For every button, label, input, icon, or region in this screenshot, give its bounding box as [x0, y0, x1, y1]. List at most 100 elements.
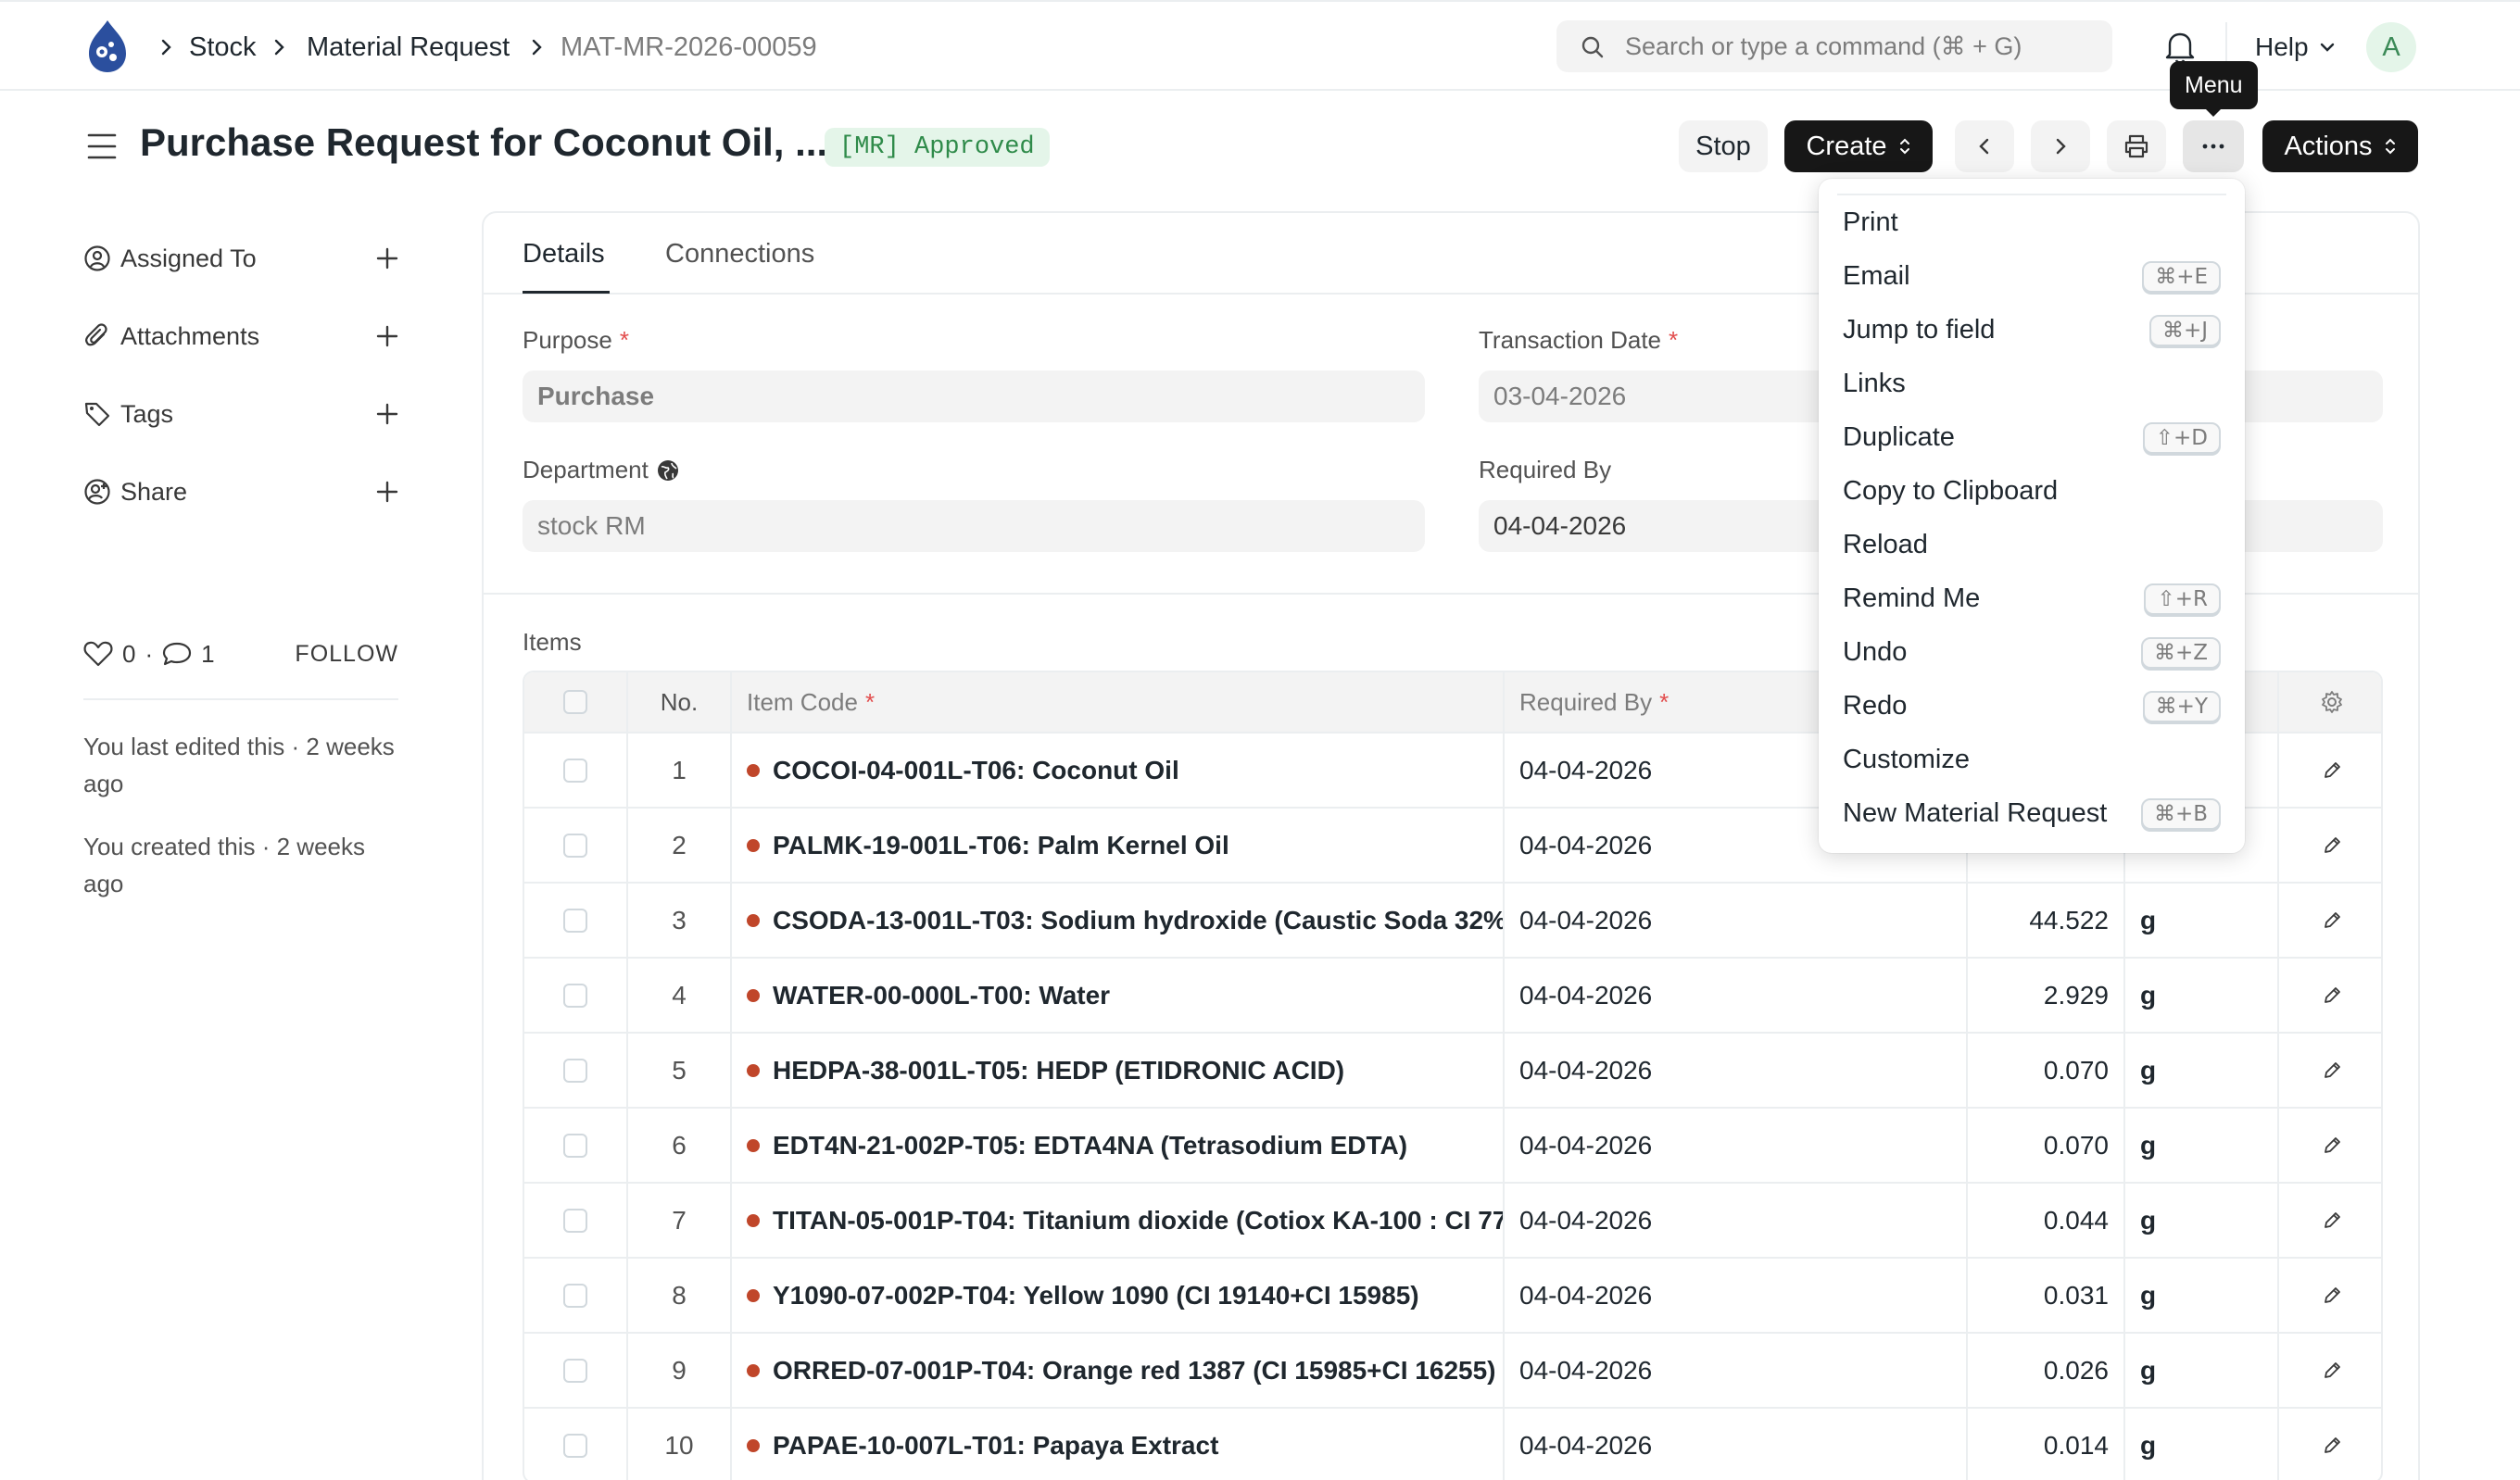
- select-all-checkbox[interactable]: [563, 690, 587, 714]
- required-by-cell[interactable]: 04-04-2026: [1505, 959, 1968, 1032]
- edit-pencil-icon[interactable]: [2322, 1286, 2342, 1306]
- app-logo-icon[interactable]: [82, 19, 133, 74]
- comment-icon[interactable]: [162, 641, 192, 667]
- table-row[interactable]: 3 CSODA-13-001L-T03: Sodium hydroxide (Ca…: [524, 882, 2381, 957]
- table-row[interactable]: 10 PAPAE-10-007L-T01: Papaya Extract 04-04…: [524, 1407, 2381, 1480]
- uom-cell[interactable]: g: [2125, 1109, 2279, 1182]
- row-checkbox[interactable]: [563, 1283, 587, 1308]
- more-menu-button[interactable]: [2183, 120, 2244, 172]
- edit-pencil-icon[interactable]: [2322, 1361, 2342, 1381]
- uom-cell[interactable]: g: [2125, 1259, 2279, 1332]
- menu-item-jump-to-field[interactable]: Jump to field ⌘+J: [1819, 303, 2245, 357]
- row-checkbox[interactable]: [563, 983, 587, 1008]
- qty-cell[interactable]: 44.522: [1968, 884, 2125, 957]
- menu-item-remind-me[interactable]: Remind Me ⇧+R: [1819, 571, 2245, 625]
- item-code-cell[interactable]: COCOI-04-001L-T06: Coconut Oil: [732, 734, 1505, 807]
- breadcrumb-stock[interactable]: Stock: [189, 2, 257, 93]
- uom-cell[interactable]: g: [2125, 1334, 2279, 1407]
- row-checkbox[interactable]: [563, 758, 587, 783]
- stop-button[interactable]: Stop: [1679, 120, 1768, 172]
- help-dropdown[interactable]: Help: [2255, 2, 2337, 93]
- row-checkbox[interactable]: [563, 1358, 587, 1383]
- uom-cell[interactable]: g: [2125, 884, 2279, 957]
- menu-item-duplicate[interactable]: Duplicate ⇧+D: [1819, 410, 2245, 464]
- qty-cell[interactable]: 0.031: [1968, 1259, 2125, 1332]
- table-row[interactable]: 5 HEDPA-38-001L-T05: HEDP (ETIDRONIC ACID…: [524, 1032, 2381, 1107]
- tab-details[interactable]: Details: [523, 239, 605, 270]
- item-code-cell[interactable]: TITAN-05-001P-T04: Titanium dioxide (Cot…: [732, 1184, 1505, 1257]
- edit-pencil-icon[interactable]: [2322, 1436, 2342, 1456]
- purpose-field[interactable]: Purchase: [523, 370, 1425, 422]
- required-by-cell[interactable]: 04-04-2026: [1505, 1109, 1968, 1182]
- item-code-cell[interactable]: PAPAE-10-007L-T01: Papaya Extract: [732, 1409, 1505, 1480]
- search-input[interactable]: [1625, 20, 2088, 72]
- required-by-cell[interactable]: 04-04-2026: [1505, 884, 1968, 957]
- heart-icon[interactable]: [83, 641, 113, 667]
- breadcrumb-material-request[interactable]: Material Request: [307, 2, 510, 93]
- qty-cell[interactable]: 0.014: [1968, 1409, 2125, 1480]
- menu-item-undo[interactable]: Undo ⌘+Z: [1819, 625, 2245, 679]
- menu-item-email[interactable]: Email ⌘+E: [1819, 249, 2245, 303]
- table-row[interactable]: 6 EDT4N-21-002P-T05: EDTA4NA (Tetrasodium…: [524, 1107, 2381, 1182]
- sidebar-toggle-icon[interactable]: [87, 132, 117, 160]
- menu-item-new-material-request[interactable]: New Material Request ⌘+B: [1819, 786, 2245, 840]
- plus-icon[interactable]: [376, 481, 398, 503]
- plus-icon[interactable]: [376, 247, 398, 270]
- follow-button[interactable]: FOLLOW: [295, 641, 398, 668]
- department-field[interactable]: stock RM: [523, 500, 1425, 552]
- menu-item-links[interactable]: Links: [1819, 357, 2245, 410]
- item-code-cell[interactable]: HEDPA-38-001L-T05: HEDP (ETIDRONIC ACID): [732, 1034, 1505, 1107]
- table-row[interactable]: 4 WATER-00-000L-T00: Water 04-04-2026 2.929…: [524, 957, 2381, 1032]
- uom-cell[interactable]: g: [2125, 1184, 2279, 1257]
- sidebar-item-tags[interactable]: Tags: [83, 391, 398, 437]
- plus-icon[interactable]: [376, 325, 398, 347]
- tab-connections[interactable]: Connections: [665, 239, 814, 270]
- menu-item-copy-to-clipboard[interactable]: Copy to Clipboard: [1819, 464, 2245, 518]
- table-row[interactable]: 7 TITAN-05-001P-T04: Titanium dioxide (Co…: [524, 1182, 2381, 1257]
- table-row[interactable]: 8 Y1090-07-002P-T04: Yellow 1090 (CI 1914…: [524, 1257, 2381, 1332]
- row-checkbox[interactable]: [563, 833, 587, 858]
- qty-cell[interactable]: 0.044: [1968, 1184, 2125, 1257]
- item-code-cell[interactable]: Y1090-07-002P-T04: Yellow 1090 (CI 19140…: [732, 1259, 1505, 1332]
- gear-icon[interactable]: [2320, 690, 2344, 714]
- required-by-cell[interactable]: 04-04-2026: [1505, 1184, 1968, 1257]
- qty-cell[interactable]: 0.026: [1968, 1334, 2125, 1407]
- menu-item-print[interactable]: Print: [1819, 195, 2245, 249]
- required-by-cell[interactable]: 04-04-2026: [1505, 1034, 1968, 1107]
- user-avatar[interactable]: A: [2366, 22, 2416, 72]
- sidebar-item-attachments[interactable]: Attachments: [83, 313, 398, 359]
- item-code-cell[interactable]: CSODA-13-001L-T03: Sodium hydroxide (Cau…: [732, 884, 1505, 957]
- item-code-cell[interactable]: PALMK-19-001L-T06: Palm Kernel Oil: [732, 809, 1505, 882]
- item-code-cell[interactable]: WATER-00-000L-T00: Water: [732, 959, 1505, 1032]
- qty-cell[interactable]: 2.929: [1968, 959, 2125, 1032]
- create-button[interactable]: Create: [1784, 120, 1933, 172]
- edit-pencil-icon[interactable]: [2322, 760, 2342, 781]
- table-row[interactable]: 9 ORRED-07-001P-T04: Orange red 1387 (CI …: [524, 1332, 2381, 1407]
- print-button[interactable]: [2107, 120, 2166, 172]
- row-checkbox[interactable]: [563, 1433, 587, 1458]
- qty-cell[interactable]: 0.070: [1968, 1109, 2125, 1182]
- required-by-cell[interactable]: 04-04-2026: [1505, 1409, 1968, 1480]
- required-by-cell[interactable]: 04-04-2026: [1505, 1259, 1968, 1332]
- uom-cell[interactable]: g: [2125, 959, 2279, 1032]
- actions-button[interactable]: Actions: [2262, 120, 2418, 172]
- edit-pencil-icon[interactable]: [2322, 835, 2342, 856]
- row-checkbox[interactable]: [563, 1133, 587, 1158]
- edit-pencil-icon[interactable]: [2322, 1060, 2342, 1081]
- sidebar-item-share[interactable]: Share: [83, 469, 398, 515]
- notification-bell-icon[interactable]: [2164, 30, 2196, 65]
- edit-pencil-icon[interactable]: [2322, 1135, 2342, 1156]
- row-checkbox[interactable]: [563, 908, 587, 933]
- sidebar-item-assigned-to[interactable]: Assigned To: [83, 235, 398, 282]
- edit-pencil-icon[interactable]: [2322, 910, 2342, 931]
- item-code-cell[interactable]: ORRED-07-001P-T04: Orange red 1387 (CI 1…: [732, 1334, 1505, 1407]
- menu-item-redo[interactable]: Redo ⌘+Y: [1819, 679, 2245, 733]
- menu-item-customize[interactable]: Customize: [1819, 733, 2245, 786]
- uom-cell[interactable]: g: [2125, 1034, 2279, 1107]
- edit-pencil-icon[interactable]: [2322, 985, 2342, 1006]
- plus-icon[interactable]: [376, 403, 398, 425]
- search-bar[interactable]: [1556, 20, 2112, 72]
- item-code-cell[interactable]: EDT4N-21-002P-T05: EDTA4NA (Tetrasodium …: [732, 1109, 1505, 1182]
- required-by-cell[interactable]: 04-04-2026: [1505, 1334, 1968, 1407]
- uom-cell[interactable]: g: [2125, 1409, 2279, 1480]
